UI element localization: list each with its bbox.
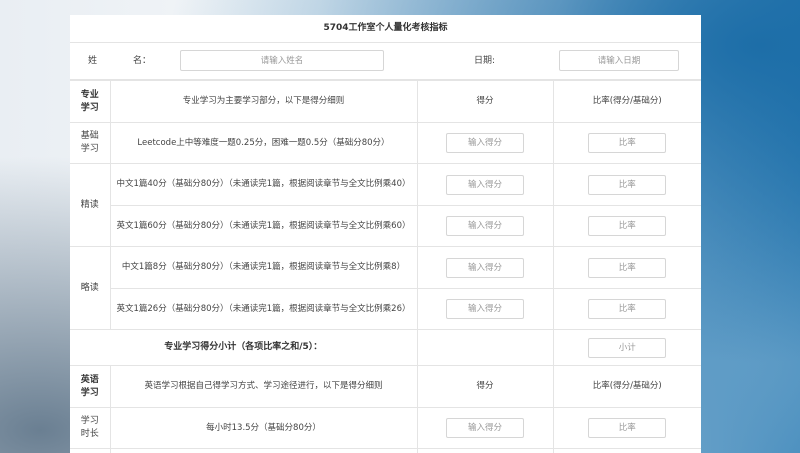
table-row: 精读 中文1篇40分（基础分80分）（未通读完1篇，根据阅读章节与全文比例乘40… xyxy=(70,163,701,247)
subtotal-label: 专业学习得分小计（各项比率之和/5）： xyxy=(70,329,418,366)
subtotal-field[interactable] xyxy=(588,337,667,358)
extensive-category: 略读 xyxy=(70,246,111,330)
assessment-table: 专业 学习 专业学习为主要学习部分，以下是得分细则 得分 比率(得分/基础分) … xyxy=(70,80,701,453)
duration-category: 学习 时长 xyxy=(70,407,111,449)
table-row: 基础 学习 Leetcode上中等难度一题0.25分，困难一题0.5分（基础分8… xyxy=(70,122,701,164)
english-header-row: 英语 学习 英语学习根据自己得学习方式、学习途径进行，以下是得分细则 得分 比率… xyxy=(70,365,701,408)
row-desc: 每小时13.5分（基础分80分） xyxy=(109,407,418,449)
english-ratio-header: 比率(得分/基础分) xyxy=(552,365,701,408)
score-input[interactable] xyxy=(446,216,524,236)
ratio-field[interactable] xyxy=(588,257,667,278)
intensive-category: 精读 xyxy=(70,163,111,247)
score-input[interactable] xyxy=(446,418,524,438)
row-desc: 中文1篇40分（基础分80分）（未通读完1篇，根据阅读章节与全文比例乘40） xyxy=(109,163,418,206)
name-input[interactable] xyxy=(180,50,384,71)
row-desc: 中文1篇8分（基础分80分）（未通读完1篇，根据阅读章节与全文比例乘8） xyxy=(109,246,418,289)
form-title: 5704工作室个人量化考核指标 xyxy=(70,15,701,43)
score-input[interactable] xyxy=(446,133,524,153)
row-desc: 英文1篇60分（基础分80分）（未通读完1篇，根据阅读章节与全文比例乘60） xyxy=(110,205,418,247)
table-row: 学习 时长 每小时13.5分（基础分80分） xyxy=(70,407,701,449)
table-row: 英文1篇26分（基础分80分）（未通读完1篇，根据阅读章节与全文比例乘26） xyxy=(70,288,701,330)
row-desc: Leetcode上中等难度一题0.25分，困难一题0.5分（基础分80分） xyxy=(109,122,418,164)
table-row: 英文1篇60分（基础分80分）（未通读完1篇，根据阅读章节与全文比例乘60） xyxy=(70,205,701,247)
score-header: 得分 xyxy=(416,80,554,123)
date-input[interactable] xyxy=(559,50,679,71)
subtotal-row: 专业学习得分小计（各项比率之和/5）： xyxy=(70,329,701,366)
ratio-field[interactable] xyxy=(588,299,667,319)
form-card: 5704工作室个人量化考核指标 姓 名： 日期: 专业 学习 专业学习为主要学习… xyxy=(70,15,701,453)
english-desc: 英语学习根据自己得学习方式、学习途径进行，以下是得分细则 xyxy=(109,365,418,408)
date-label: 日期: xyxy=(474,56,496,66)
professional-desc: 专业学习为主要学习部分，以下是得分细则 xyxy=(109,80,418,123)
table-row: 略读 中文1篇8分（基础分80分）（未通读完1篇，根据阅读章节与全文比例乘8） xyxy=(70,246,701,330)
ratio-field[interactable] xyxy=(588,133,667,153)
score-input[interactable] xyxy=(446,174,524,195)
basic-category: 基础 学习 xyxy=(70,122,111,164)
name-date-row: 姓 名： 日期: xyxy=(70,43,701,80)
score-input[interactable] xyxy=(446,257,524,278)
ratio-field[interactable] xyxy=(588,174,667,195)
row-desc: 英文1篇26分（基础分80分）（未通读完1篇，根据阅读章节与全文比例乘26） xyxy=(110,288,418,330)
professional-category: 专业 学习 xyxy=(70,80,111,123)
english-score-header: 得分 xyxy=(416,365,554,408)
table-row xyxy=(70,448,701,453)
english-category: 英语 学习 xyxy=(70,365,111,408)
ratio-field[interactable] xyxy=(588,216,667,236)
name-label-1: 姓 xyxy=(88,56,98,66)
ratio-header: 比率(得分/基础分) xyxy=(552,80,701,123)
name-label-2: 名： xyxy=(133,56,152,66)
ratio-field[interactable] xyxy=(588,418,667,438)
professional-header-row: 专业 学习 专业学习为主要学习部分，以下是得分细则 得分 比率(得分/基础分) xyxy=(70,80,701,123)
score-input[interactable] xyxy=(446,299,524,319)
